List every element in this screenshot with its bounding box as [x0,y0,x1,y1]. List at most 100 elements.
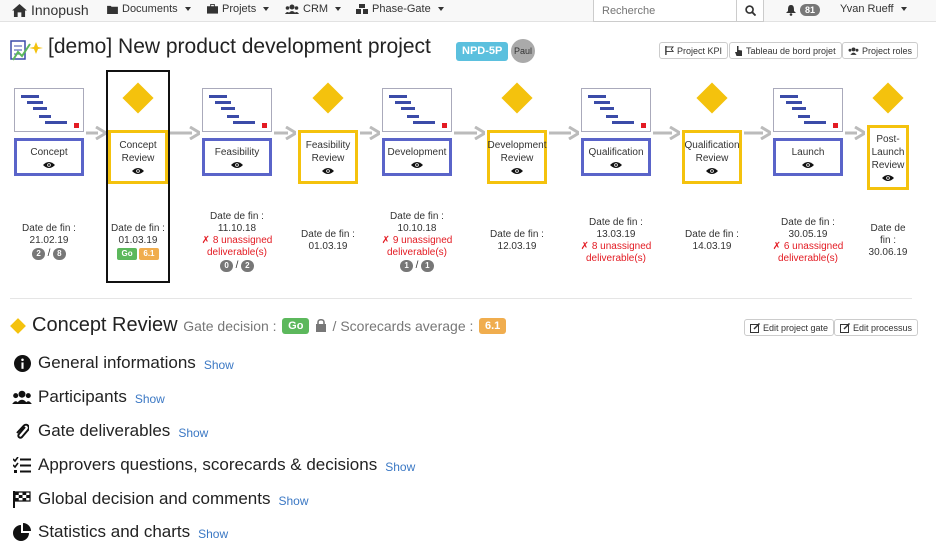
gantt-chart-icon [382,88,452,132]
eye-icon[interactable] [882,174,894,182]
unassigned-warning: ✗ 9 unassigned [381,235,453,246]
user-menu[interactable]: Yvan Rueff [840,3,907,15]
notifications-button[interactable]: 81 [786,4,821,16]
project-kpi-label: Project KPI [677,45,723,56]
count-separator: / [44,248,54,259]
total-count-badge: 8 [53,248,66,260]
checkered-flag-icon [13,490,31,508]
stage-date-line: fin : [879,235,897,246]
project-kpi-button[interactable]: Project KPI [659,42,729,59]
eye-icon[interactable] [411,161,423,169]
scorecards-average-badge: 6.1 [478,317,507,334]
unassigned-warning: deliverable(s) [206,247,268,258]
navbar: Innopush Documents Projets CRM Phase-Gat… [0,0,936,22]
stage-date-line: Date de fin : [301,229,355,240]
count-separator: / [232,260,242,271]
stage-date-line: 14.03.19 [692,241,732,252]
project-roles-button[interactable]: Project roles [842,42,919,59]
chevron-down-icon [263,7,270,11]
stage-label: Qualification Review [684,140,740,164]
chevron-down-icon [184,7,191,11]
search-button[interactable] [736,0,764,22]
show-link[interactable]: Show [385,460,415,474]
stage-7-info: Date de fin :13.03.19 ✗ 8 unassigned deliv… [571,217,661,265]
gate-section-title: Concept Review Gate decision : Go / Scor… [32,314,507,337]
lock-icon [315,318,326,332]
stage-date-line: 12.03.19 [497,241,537,252]
project-dashboard-label: Tableau de bord projet [746,45,836,56]
stage-7-box[interactable]: Qualification [581,138,651,176]
eye-icon[interactable] [43,161,55,169]
flow-arrow [86,126,106,140]
unassigned-warning: deliverable(s) [386,247,448,258]
briefcase-icon [207,4,218,14]
stage-10-box[interactable]: Post-Launch Review [867,125,909,190]
stage-3-box[interactable]: Feasibility [202,138,272,176]
stage-5-box[interactable]: Development [382,138,452,176]
bell-icon [786,4,796,16]
eye-icon[interactable] [706,167,718,175]
eye-icon[interactable] [610,161,622,169]
stage-date-line: Date de fin : [781,217,835,228]
stage-8-box[interactable]: Qualification Review [682,130,742,184]
total-count-badge: 2 [241,260,254,272]
stage-9-box[interactable]: Launch [773,138,843,176]
deliverable-counts: 0 / 2 [192,260,282,272]
show-link[interactable]: Show [198,527,228,541]
gate-diamond-icon [10,318,26,334]
stage-4-box[interactable]: Feasibility Review [298,130,358,184]
eye-icon[interactable] [231,161,243,169]
info-circle-icon [13,354,31,372]
show-link[interactable]: Show [278,494,308,508]
unassigned-warning: deliverable(s) [585,253,647,264]
list-check-icon [13,457,31,473]
avatar[interactable]: Paul [511,39,535,63]
section-title: Gate deliverables [38,421,171,440]
project-roles-label: Project roles [862,45,913,56]
scorecards-average-label: / Scorecards average : [332,318,474,334]
show-link[interactable]: Show [135,392,165,406]
eye-icon[interactable] [322,167,334,175]
menu-phase-gate-label: Phase-Gate [372,3,431,15]
stage-label: Launch [791,146,825,158]
hand-pointer-icon [735,45,742,56]
show-link[interactable]: Show [204,358,234,372]
gantt-chart-icon [14,88,84,132]
flow-arrow [653,126,680,140]
show-link[interactable]: Show [178,426,208,440]
menu-projets[interactable]: Projets [207,3,270,15]
brand-link[interactable]: Innopush [12,2,89,18]
section-title: Approvers questions, scorecards & decisi… [38,455,378,474]
stage-1-box[interactable]: Concept [14,138,84,176]
eye-icon[interactable] [802,161,814,169]
stage-8-info: Date de fin :14.03.19 [667,229,757,253]
users-icon [285,4,299,14]
done-count-badge: 2 [32,248,45,260]
section-global-decision: Global decision and comments Show [12,489,309,509]
stage-date-line: 10.10.18 [397,223,437,234]
edit-processus-button[interactable]: Edit processus [834,319,919,336]
project-dashboard-button[interactable]: Tableau de bord projet [729,42,842,59]
app: Innopush Documents Projets CRM Phase-Gat… [0,0,936,548]
search-input[interactable] [593,0,737,22]
stage-6-box[interactable]: Development Review [487,130,547,184]
gate-title: Concept Review [32,314,178,336]
unassigned-warning: deliverable(s) [777,253,839,264]
flow-arrow [170,126,200,140]
menu-phase-gate[interactable]: Phase-Gate [356,3,444,15]
home-icon [12,3,27,17]
users-icon [848,46,859,55]
gate-diamond-icon [501,82,533,114]
divider [10,298,912,299]
stage-date-line: 13.03.19 [596,229,636,240]
edit-project-gate-button[interactable]: Edit project gate [744,319,835,336]
done-count-badge: 1 [400,260,413,272]
section-title: Statistics and charts [38,522,191,541]
edit-icon [750,322,760,333]
selected-stage-frame [106,70,170,283]
brand-name: Innopush [31,2,89,18]
menu-crm[interactable]: CRM [285,3,342,15]
menu-documents[interactable]: Documents [107,3,191,15]
eye-icon[interactable] [511,167,523,175]
stage-1-info: Date de fin :21.02.19 2 / 8 [4,223,94,260]
